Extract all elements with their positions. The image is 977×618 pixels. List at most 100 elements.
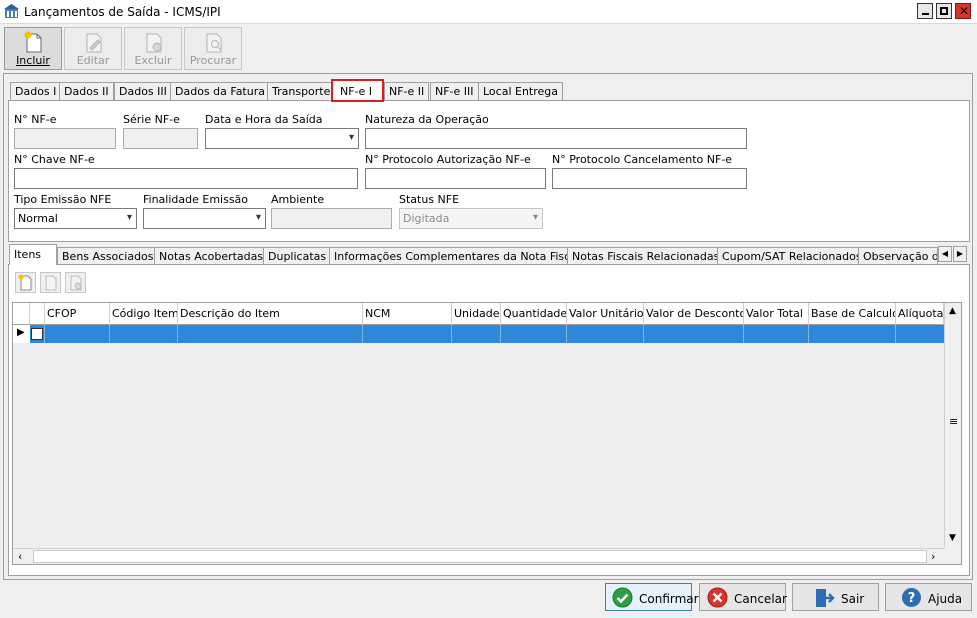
nf-numero-label: N° NF-e xyxy=(14,113,57,126)
protocolo-canc-field[interactable] xyxy=(552,168,747,189)
incluir-label: Incluir xyxy=(16,54,50,67)
col-valor-total[interactable]: Valor Total xyxy=(744,303,809,325)
editar-label: Editar xyxy=(76,54,110,67)
scroll-corner xyxy=(944,548,961,564)
tab-observacao[interactable]: Observação de xyxy=(858,247,938,265)
col-descricao[interactable]: Descrição do Item xyxy=(178,303,363,325)
tab-transporte[interactable]: Transporte xyxy=(267,82,336,100)
status-dropdown[interactable]: Digitada ▾ xyxy=(399,208,543,229)
scroll-up-icon[interactable]: ▲ xyxy=(949,306,956,316)
col-ncm[interactable]: NCM xyxy=(363,303,452,325)
cancelar-button[interactable]: Cancelar xyxy=(699,583,787,611)
add-item-button[interactable] xyxy=(15,272,36,293)
nf-numero-field[interactable] xyxy=(14,128,116,149)
minimize-button[interactable] xyxy=(917,3,933,19)
close-button[interactable]: ✕ xyxy=(955,3,971,19)
serie-field[interactable] xyxy=(123,128,198,149)
edit-item-button[interactable] xyxy=(40,272,61,293)
ajuda-button[interactable]: ? Ajuda xyxy=(885,583,972,611)
scroll-thumb-grip-icon[interactable]: ≡ xyxy=(949,415,958,428)
vertical-scrollbar[interactable]: ▲ ≡ ▼ xyxy=(944,303,961,548)
tab-dados-ii[interactable]: Dados II xyxy=(59,82,114,100)
tab-notas-fiscais-relacionadas[interactable]: Notas Fiscais Relacionadas xyxy=(567,247,725,265)
natureza-field[interactable] xyxy=(365,128,747,149)
chevron-down-icon: ▾ xyxy=(126,212,132,223)
search-document-icon xyxy=(206,33,222,53)
tab-local-entrega[interactable]: Local Entrega xyxy=(478,82,564,100)
horizontal-scrollbar[interactable]: ‹ › xyxy=(13,548,944,564)
delete-item-button[interactable] xyxy=(65,272,86,293)
row-indicator: ▶ xyxy=(13,325,30,343)
confirmar-button[interactable]: Confirmar xyxy=(605,583,699,611)
new-item-icon xyxy=(18,274,32,291)
tab-dados-da-fatura[interactable]: Dados da Fatura xyxy=(170,82,270,100)
help-icon: ? xyxy=(902,588,921,607)
cancel-icon xyxy=(707,587,728,608)
table-row[interactable] xyxy=(30,325,944,343)
data-saida-label: Data e Hora da Saída xyxy=(205,113,323,126)
col-valor-unitario[interactable]: Valor Unitário xyxy=(567,303,644,325)
sair-label: Sair xyxy=(841,592,865,606)
scroll-left-icon[interactable]: ‹ xyxy=(18,550,22,563)
protocolo-canc-label: N° Protocolo Cancelamento NF-e xyxy=(552,153,733,166)
tab-duplicatas[interactable]: Duplicatas xyxy=(263,247,332,265)
tab-nfe-ii[interactable]: NF-e II xyxy=(384,82,430,100)
chevron-down-icon: ▾ xyxy=(255,212,261,223)
tipo-emissao-dropdown[interactable]: Normal ▾ xyxy=(14,208,137,229)
col-aliquota[interactable]: Alíquota xyxy=(896,303,944,325)
scroll-down-icon[interactable]: ▼ xyxy=(949,533,956,543)
new-document-icon xyxy=(24,31,42,53)
tab-nfe-iii[interactable]: NF-e III xyxy=(430,82,479,100)
maximize-button[interactable] xyxy=(936,3,952,19)
col-unidade[interactable]: Unidade xyxy=(452,303,501,325)
finalidade-label: Finalidade Emissão xyxy=(143,193,249,206)
incluir-button[interactable]: Incluir xyxy=(4,27,62,70)
tab-nfe-i[interactable]: NF-e I xyxy=(331,79,384,102)
sair-button[interactable]: Sair xyxy=(792,583,879,611)
chave-label: N° Chave NF-e xyxy=(14,153,95,166)
tab-bens-associados[interactable]: Bens Associados xyxy=(57,247,159,265)
tabs-scroll-left[interactable]: ◀ xyxy=(938,246,952,262)
cancelar-label: Cancelar xyxy=(734,592,787,606)
ambiente-label: Ambiente xyxy=(271,193,325,206)
row-checkbox[interactable] xyxy=(31,328,43,340)
confirmar-label: Confirmar xyxy=(639,592,699,606)
svg-text:?: ? xyxy=(908,591,916,606)
col-valor-desconto[interactable]: Valor de Desconto xyxy=(644,303,744,325)
row-indicator-header xyxy=(13,303,30,325)
chave-field[interactable] xyxy=(14,168,358,189)
procurar-button[interactable]: Procurar xyxy=(184,27,242,70)
col-cfop[interactable]: CFOP xyxy=(45,303,110,325)
items-grid[interactable]: CFOP Código Item Descrição do Item NCM U… xyxy=(12,302,962,565)
status-value: Digitada xyxy=(403,212,450,225)
tab-cupom-sat[interactable]: Cupom/SAT Relacionados xyxy=(717,247,867,265)
current-row-arrow-icon: ▶ xyxy=(17,327,25,338)
col-base-calculo[interactable]: Base de Calculo xyxy=(809,303,896,325)
tab-informacoes-complementares[interactable]: Informações Complementares da Nota Fisca… xyxy=(329,247,585,265)
scroll-right-icon[interactable]: › xyxy=(931,550,935,563)
checkbox-header xyxy=(30,303,45,325)
delete-item-icon xyxy=(70,275,82,291)
tab-notas-acobertadas[interactable]: Notas Acobertadas xyxy=(154,247,269,265)
horizontal-scroll-thumb[interactable] xyxy=(33,550,927,563)
finalidade-dropdown[interactable]: ▾ xyxy=(143,208,266,229)
exit-door-icon xyxy=(816,589,835,607)
check-icon xyxy=(612,587,633,608)
ambiente-field[interactable] xyxy=(271,208,392,229)
excluir-button[interactable]: Excluir xyxy=(124,27,182,70)
edit-item-icon xyxy=(45,275,57,291)
editar-button[interactable]: Editar xyxy=(64,27,122,70)
tipo-emissao-value: Normal xyxy=(18,212,58,225)
title-bar: Lançamentos de Saída - ICMS/IPI ✕ xyxy=(0,0,977,24)
col-quantidade[interactable]: Quantidade xyxy=(501,303,567,325)
serie-label: Série NF-e xyxy=(123,113,180,126)
col-codigo-item[interactable]: Código Item xyxy=(110,303,178,325)
tab-itens[interactable]: Itens xyxy=(9,244,57,265)
edit-document-icon xyxy=(86,33,102,53)
tab-dados-iii[interactable]: Dados III xyxy=(114,82,172,100)
excluir-label: Excluir xyxy=(134,54,172,67)
data-saida-dropdown[interactable]: ▾ xyxy=(205,128,359,149)
protocolo-aut-field[interactable] xyxy=(365,168,546,189)
tab-dados-i[interactable]: Dados I xyxy=(10,82,62,100)
tabs-scroll-right[interactable]: ▶ xyxy=(953,246,967,262)
